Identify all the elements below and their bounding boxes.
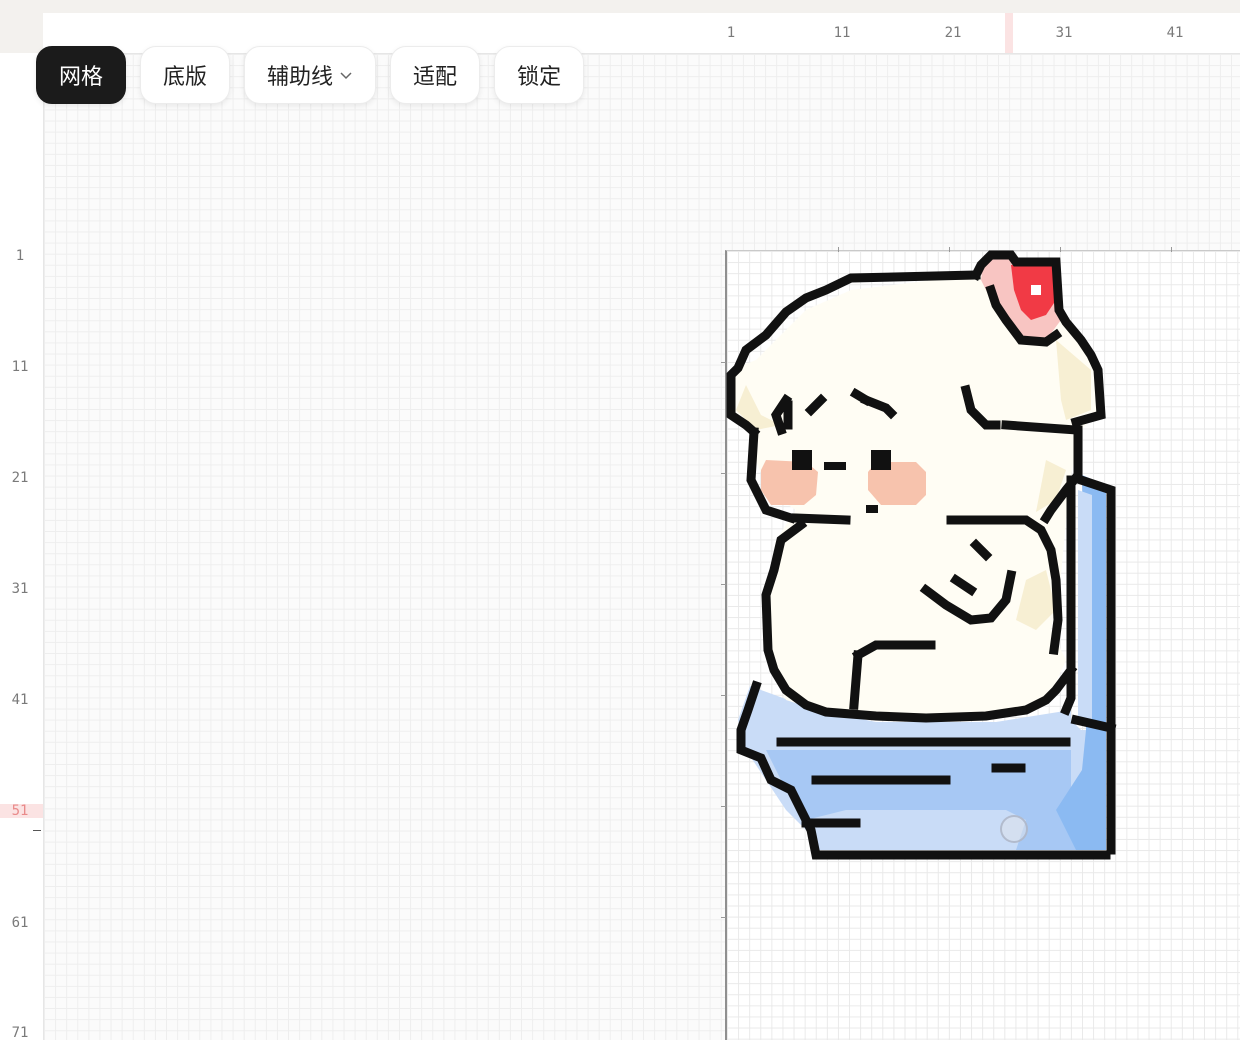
ruler-top-label: 31 [1055,25,1073,41]
toolbar: 网格 底版 辅助线 适配 锁定 [36,46,585,104]
ruler-top-label: 21 [944,25,962,41]
ruler-left-label: 21 [11,470,29,486]
grid-button[interactable]: 网格 [36,46,127,104]
cup-side-light [1078,490,1092,720]
ruler-left-label: 71 [11,1025,29,1040]
fit-button[interactable]: 适配 [390,46,481,104]
lock-button-label: 锁定 [517,65,562,90]
ruler-left-label: 11 [11,359,29,375]
ruler-left-label: 31 [11,581,29,597]
pixel-editor: 1 11 21 31 41 1 11 21 31 41 51 61 71 网格 … [0,0,1240,1040]
base-layer-button[interactable]: 底版 [140,46,231,104]
grid-button-label: 网格 [59,65,104,90]
window-top-strip [0,0,1240,14]
ruler-left-label: 1 [15,248,25,264]
ruler-left: 1 11 21 31 41 51 61 71 [0,53,44,1040]
ruler-left-label: 51 [11,803,29,819]
chevron-down-icon [340,72,352,80]
board-tick [1171,247,1172,252]
ruler-top-highlight [1005,13,1013,53]
board-tick [721,917,726,918]
ruler-top-label: 41 [1166,25,1184,41]
fit-button-label: 适配 [413,65,458,90]
brush-cursor [1000,815,1028,843]
guides-dropdown-button[interactable]: 辅助线 [244,46,377,104]
guides-button-label: 辅助线 [267,65,334,90]
ruler-top-label: 11 [833,25,851,41]
ruler-left-cursor-mark [33,830,41,831]
lock-button[interactable]: 锁定 [494,46,585,104]
base-layer-button-label: 底版 [163,65,208,90]
heart-shine [1031,285,1041,295]
ruler-top-label: 1 [726,25,736,41]
ruler-left-label: 61 [11,915,29,931]
ruler-left-label: 41 [11,692,29,708]
pixel-artwork [726,250,1117,860]
